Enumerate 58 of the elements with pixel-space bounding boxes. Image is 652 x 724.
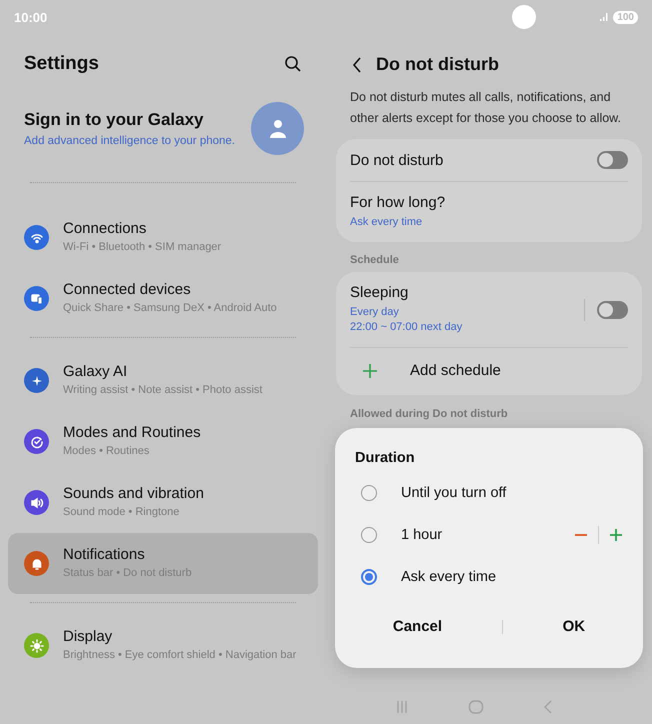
schedule-name[interactable]: Sleeping [350,284,462,301]
option-label[interactable]: Until you turn off [401,485,506,501]
option-label[interactable]: 1 hour [401,527,442,543]
page-title: Settings [24,53,99,75]
item-title: Sounds and vibration [63,485,204,502]
clock-time: 10:00 [14,10,48,24]
setting-label: Do not disturb [350,152,444,168]
settings-item[interactable]: Connected devices Quick Share • Samsung DeX • Android Auto [8,268,318,329]
description-text: Do not disturb mutes all calls, notifications, and other alerts except for those you choose to allow. [349,89,622,127]
schedule-detail: Every day [350,305,400,320]
toggle-switch[interactable] [597,151,628,169]
settings-item[interactable]: Galaxy AI Writing assist • Note assist • Photo assist [8,350,318,411]
devices-icon [30,292,44,306]
item-subtitle: Writing assist • Note assist • Photo assist [63,383,262,398]
radio-button[interactable] [361,569,377,585]
home-icon[interactable] [468,700,484,714]
setting-value: Ask every time [350,215,424,230]
back-icon[interactable] [352,56,362,72]
signal-icon [599,12,610,22]
add-schedule-link[interactable]: Add schedule [410,362,501,379]
camera-cutout [512,5,536,29]
item-subtitle: Wi-Fi • Bluetooth • SIM manager [63,240,222,255]
settings-item[interactable]: Sounds and vibration Sound mode • Ringtone [8,472,318,533]
radio-button[interactable] [361,527,377,543]
page-title: Do not disturb [376,54,499,75]
toggle-switch[interactable] [597,300,628,318]
dialog-button[interactable]: Cancel [376,612,458,641]
speaker-icon [30,496,44,510]
sun-icon [30,638,44,652]
settings-item[interactable]: Display Brightness • Eye comfort shield • Navigation bar [8,615,318,676]
item-subtitle: Sound mode • Ringtone [63,505,180,520]
radio-button[interactable] [361,485,377,501]
settings-item[interactable]: Connections Wi-Fi • Bluetooth • SIM manager [8,207,318,268]
dialog-button[interactable]: OK [546,612,602,641]
setting-label[interactable]: For how long? [350,194,446,211]
search-icon[interactable] [284,55,302,73]
schedule-detail: 22:00 ~ 07:00 next day [350,320,462,335]
option-label[interactable]: Ask every time [401,569,496,585]
plus-icon[interactable] [362,362,378,378]
check-circle-icon [30,434,44,448]
item-subtitle: Brightness • Eye comfort shield • Navigation bar [63,648,296,663]
plus-icon[interactable] [609,528,623,542]
recent-apps-icon[interactable] [395,700,410,714]
item-title: Connections [63,220,148,237]
item-title: Display [63,628,114,645]
settings-item[interactable]: Modes and Routines Modes • Routines [8,411,318,472]
section-label: Schedule [349,253,400,266]
item-title: Connected devices [63,281,192,298]
section-label: Allowed during Do not disturb [349,407,509,420]
dialog-title: Duration [355,450,416,466]
item-subtitle: Quick Share • Samsung DeX • Android Auto [63,301,277,316]
account-subtitle: Add advanced intelligence to your phone. [24,135,235,147]
item-title: Galaxy AI [63,363,128,380]
account-title[interactable]: Sign in to your Galaxy [24,110,235,130]
item-subtitle: Modes • Routines [63,444,150,459]
item-title: Notifications [63,546,146,563]
battery-level: 100 [613,10,638,24]
item-title: Modes and Routines [63,424,201,441]
